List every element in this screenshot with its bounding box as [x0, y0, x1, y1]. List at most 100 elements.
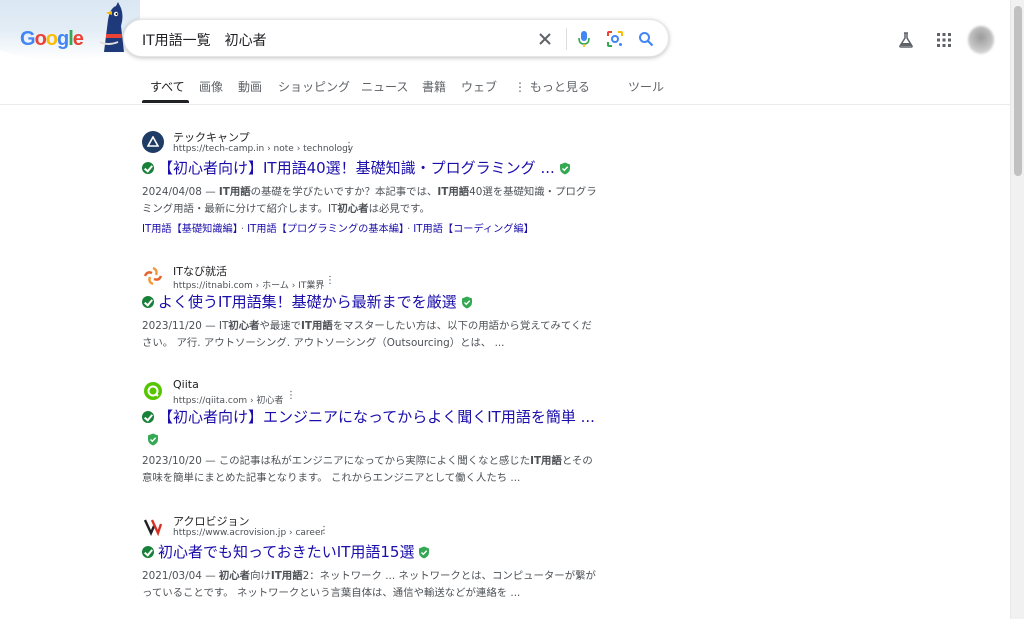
- tab-more[interactable]: ⋮ もっと見る: [514, 78, 590, 95]
- snippet-text: をマスターしたい方は、以下の用語から覚えてみてくだ: [332, 320, 592, 332]
- snippet-bold: 初心者: [228, 320, 260, 332]
- search-box[interactable]: IT用語一覧 初心者: [123, 19, 669, 57]
- tab-more-label: もっと見る: [529, 80, 590, 94]
- result-title[interactable]: よく使うIT用語集！基礎から最新までを厳選: [158, 293, 457, 311]
- result-site-name[interactable]: テックキャンプ: [173, 129, 250, 145]
- tab-shopping[interactable]: ショッピング: [278, 78, 350, 95]
- google-logo: Google: [20, 28, 84, 50]
- verified-check-icon: [142, 411, 154, 423]
- result-title[interactable]: 初心者でも知っておきたいIT用語15選: [158, 543, 414, 561]
- result-url[interactable]: https://tech-camp.in › note › technology: [173, 144, 353, 154]
- snippet-text: 向け: [250, 570, 271, 582]
- tab-tools[interactable]: ツール: [628, 78, 664, 95]
- page-scrollbar[interactable]: [1010, 0, 1024, 619]
- verified-shield-icon: [419, 546, 430, 559]
- itnabi-favicon-icon: [142, 265, 164, 287]
- snippet-text: や最速で: [259, 320, 302, 332]
- close-icon[interactable]: [535, 29, 555, 49]
- snippet-text: っていることです。 ネットワークという言葉自体は、通信や輸送などが連絡を ...: [142, 587, 521, 599]
- result-date: 2024/04/08: [142, 186, 202, 198]
- snippet-text: さい。 ア行. アウトソーシング. アウトソーシング（Outsourcing）と…: [142, 337, 505, 349]
- result-site-name[interactable]: アクロビジョン: [173, 513, 249, 529]
- snippet-text: —: [201, 570, 219, 582]
- tab-books[interactable]: 書籍: [422, 78, 446, 95]
- snippet-bold: 初心者: [337, 203, 369, 215]
- verified-check-icon: [142, 162, 154, 174]
- techcamp-favicon-icon: [142, 131, 164, 153]
- search-icon[interactable]: [636, 29, 656, 49]
- search-result: Qiita https://qiita.com › 初心者 ⋮ 【初心者向け】エ…: [142, 378, 622, 490]
- verified-shield-icon: [461, 296, 472, 309]
- result-snippet: 2024/04/08 — IT用語の基礎を学びたいですか？本記事では、IT用語4…: [142, 184, 620, 218]
- result-url[interactable]: https://www.acrovision.jp › career: [173, 528, 324, 538]
- search-input[interactable]: IT用語一覧 初心者: [142, 30, 267, 50]
- tab-images[interactable]: 画像: [199, 78, 223, 95]
- result-title-row[interactable]: よく使うIT用語集！基礎から最新までを厳選: [142, 291, 622, 313]
- more-vert-icon: ⋮: [514, 80, 526, 94]
- snippet-bold: IT用語: [530, 455, 562, 467]
- snippet-text: は必見です。: [368, 203, 430, 215]
- google-doodle[interactable]: Google: [0, 0, 140, 60]
- snippet-text: の基礎を学びたいですか？本記事では、: [250, 186, 438, 198]
- snippet-text: —: [201, 186, 219, 198]
- search-divider: [566, 28, 567, 50]
- result-snippet: 2021/03/04 — 初心者向けIT用語2：ネットワーク ... ネットワー…: [142, 568, 620, 602]
- sitelink[interactable]: IT用語【基礎知識編】: [142, 224, 238, 235]
- result-date: 2021/03/04: [142, 570, 202, 582]
- snippet-text: ミング用語・最新に分けて紹介します。IT: [142, 203, 338, 215]
- active-tab-underline: [142, 100, 189, 103]
- lens-icon[interactable]: [605, 29, 625, 49]
- snippet-text: — IT: [201, 320, 229, 332]
- apps-icon[interactable]: [934, 30, 954, 50]
- result-url[interactable]: https://itnabi.com › ホーム › IT業界: [173, 278, 324, 291]
- tab-all[interactable]: すべて: [150, 78, 185, 95]
- result-site-name[interactable]: Qiita: [173, 378, 199, 391]
- result-date: 2023/11/20: [142, 320, 202, 332]
- search-result: アクロビジョン https://www.acrovision.jp › care…: [142, 515, 622, 607]
- verified-check-icon: [142, 296, 154, 308]
- snippet-bold: IT用語: [301, 320, 333, 332]
- result-date: 2023/10/20: [142, 455, 202, 467]
- result-title-row[interactable]: 初心者でも知っておきたいIT用語15選: [142, 541, 622, 563]
- result-title[interactable]: 【初心者向け】IT用語40選！基礎知識・プログラミング ...: [158, 159, 555, 177]
- tab-videos[interactable]: 動画: [238, 78, 262, 95]
- tab-web[interactable]: ウェブ: [461, 78, 497, 95]
- result-menu-icon[interactable]: ⋮: [325, 276, 335, 286]
- qiita-favicon-icon: [142, 380, 164, 402]
- verified-shield-icon: [559, 162, 570, 175]
- result-menu-icon[interactable]: ⋮: [286, 391, 296, 401]
- result-site-name[interactable]: ITなび就活: [173, 263, 227, 279]
- result-snippet: 2023/10/20 — この記事は私がエンジニアになってから実際によく聞くなと…: [142, 453, 620, 487]
- snippet-bold: 初心者: [218, 570, 251, 582]
- result-title-row[interactable]: 【初心者向け】IT用語40選！基礎知識・プログラミング ...: [142, 157, 622, 179]
- sitelink[interactable]: IT用語【プログラミングの基本編】: [247, 224, 404, 235]
- search-result: テックキャンプ https://tech-camp.in › note › te…: [142, 131, 622, 241]
- snippet-bold: IT用語: [218, 186, 251, 198]
- acrovision-favicon-icon: [142, 515, 164, 537]
- scrollbar-thumb[interactable]: [1014, 6, 1022, 176]
- result-title[interactable]: 【初心者向け】エンジニアになってからよく聞くIT用語を簡単 ...: [158, 408, 595, 426]
- avatar[interactable]: [968, 26, 994, 54]
- labs-icon[interactable]: [896, 30, 916, 50]
- search-result: ITなび就活 https://itnabi.com › ホーム › IT業界 ⋮…: [142, 265, 622, 357]
- sitelink-separator: ·: [240, 224, 245, 235]
- snippet-text: 意味を簡単にまとめた記事となります。 これからエンジニアとして働く人たち ...: [142, 472, 521, 484]
- tab-news[interactable]: ニュース: [361, 78, 408, 95]
- sitelink-separator: ·: [407, 224, 411, 235]
- tabs-divider: [0, 104, 1010, 105]
- result-menu-icon[interactable]: ⋮: [319, 526, 329, 536]
- snippet-text: とその: [561, 455, 593, 467]
- snippet-bold: IT用語: [270, 570, 303, 582]
- snippet-bold: IT用語: [437, 186, 470, 198]
- result-sitelinks: IT用語【基礎知識編】 · IT用語【プログラミングの基本編】 · IT用語【コーディン…: [142, 220, 534, 235]
- snippet-text: — この記事は私がエンジニアになってから実際によく聞くなと感じた: [201, 455, 531, 467]
- verified-check-icon: [142, 546, 154, 558]
- verified-shield-icon: [148, 433, 158, 446]
- snippet-text: 40選を基礎知識・プログラ: [469, 186, 597, 198]
- result-title-row[interactable]: 【初心者向け】エンジニアになってからよく聞くIT用語を簡単 ...: [142, 406, 622, 448]
- sitelink[interactable]: IT用語【コーディング編】: [413, 224, 534, 235]
- result-url[interactable]: https://qiita.com › 初心者: [173, 393, 283, 406]
- mic-icon[interactable]: [574, 29, 594, 49]
- snippet-text: 2：ネットワーク ... ネットワークとは、コンピューターが繋が: [302, 570, 596, 582]
- result-menu-icon[interactable]: ⋮: [344, 142, 354, 152]
